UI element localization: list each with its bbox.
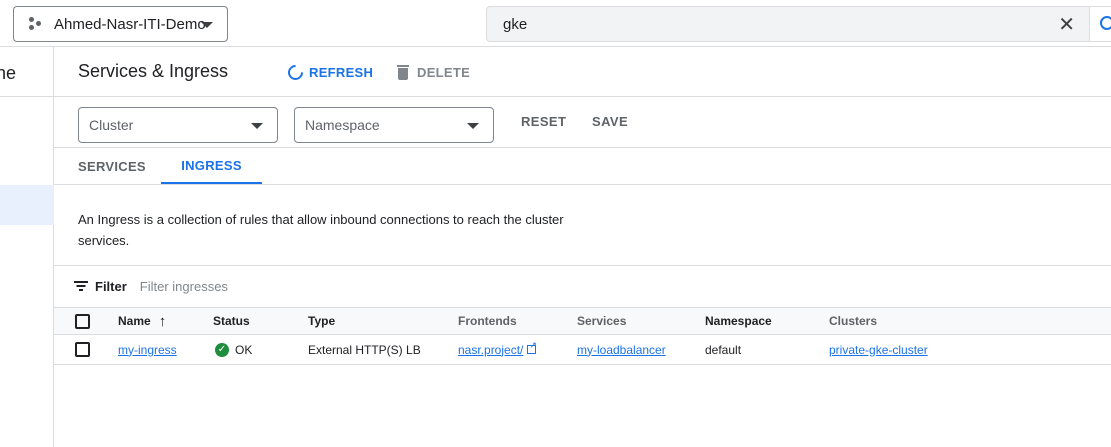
description-divider	[54, 265, 1111, 266]
reset-button[interactable]: RESET	[521, 114, 566, 129]
filter-input[interactable]	[139, 278, 340, 294]
ingress-name-link[interactable]: my-ingress	[118, 343, 177, 357]
project-dots-icon	[28, 16, 44, 32]
column-header-status: Status	[213, 314, 250, 328]
sort-ascending-icon: ↑	[158, 312, 167, 330]
column-header-name[interactable]: Name ↑	[118, 308, 166, 334]
page-title: Services & Ingress	[78, 61, 229, 81]
close-icon[interactable]: ✕	[1058, 15, 1075, 35]
header-divider	[54, 96, 1111, 97]
left-nav: ne	[0, 47, 54, 447]
search-icon	[1100, 16, 1111, 30]
tabs-divider	[54, 184, 1111, 185]
cluster-link[interactable]: private-gke-cluster	[829, 343, 928, 357]
refresh-label: REFRESH	[309, 64, 374, 80]
status-text: OK	[235, 342, 253, 357]
chevron-down-icon	[467, 123, 479, 129]
open-in-new-icon[interactable]	[527, 340, 537, 354]
cell-type: External HTTP(S) LB	[308, 342, 421, 357]
delete-button[interactable]: DELETE	[397, 62, 470, 82]
chevron-down-icon	[251, 123, 263, 129]
chevron-down-icon	[201, 22, 213, 28]
filter-icon[interactable]	[74, 281, 88, 291]
cell-namespace: default	[705, 342, 742, 357]
table-header: Name ↑ Status Type Frontends Services Na…	[54, 307, 1111, 335]
ingress-description: An Ingress is a collection of rules that…	[78, 212, 564, 248]
save-button[interactable]: SAVE	[592, 114, 628, 129]
search-input[interactable]	[487, 15, 1027, 33]
left-nav-active-item[interactable]	[0, 185, 54, 225]
column-header-type: Type	[308, 314, 336, 328]
trash-icon	[397, 64, 409, 80]
column-header-clusters: Clusters	[829, 314, 878, 328]
column-header-namespace: Namespace	[705, 314, 772, 328]
cell-frontends: nasr.project/	[458, 335, 537, 364]
row-checkbox[interactable]	[75, 342, 90, 357]
search-box: ✕	[486, 6, 1090, 42]
project-picker[interactable]: Ahmed-Nasr-ITI-Demo	[13, 6, 228, 42]
row-select-cell	[75, 335, 90, 364]
cluster-select-label: Cluster	[89, 117, 134, 133]
cluster-select[interactable]: Cluster	[78, 107, 278, 143]
select-all-cell	[75, 308, 90, 334]
refresh-icon	[284, 61, 307, 83]
tab-services[interactable]: SERVICES	[78, 148, 146, 184]
service-link[interactable]: my-loadbalancer	[577, 343, 666, 357]
search-button[interactable]	[1090, 6, 1111, 42]
delete-label: DELETE	[417, 64, 471, 80]
column-header-services: Services	[577, 314, 627, 328]
namespace-select-label: Namespace	[305, 117, 380, 133]
tab-ingress[interactable]: INGRESS	[161, 148, 262, 184]
column-name-label: Name	[118, 314, 151, 328]
column-header-frontends: Frontends	[458, 314, 517, 328]
table-filter-bar: Filter	[74, 276, 340, 296]
cell-clusters: private-gke-cluster	[829, 335, 928, 364]
table-row: my-ingress ✓ OK External HTTP(S) LB nasr…	[54, 335, 1111, 365]
left-nav-divider	[0, 96, 54, 97]
frontend-link[interactable]: nasr.project/	[458, 343, 523, 357]
cell-status: ✓ OK	[215, 335, 252, 364]
top-bar: Ahmed-Nasr-ITI-Demo ✕	[0, 0, 1111, 47]
cell-services: my-loadbalancer	[577, 335, 666, 364]
select-all-checkbox[interactable]	[75, 313, 90, 329]
namespace-select[interactable]: Namespace	[294, 107, 494, 143]
filter-label: Filter	[95, 278, 127, 294]
cell-name: my-ingress	[118, 335, 177, 364]
project-name: Ahmed-Nasr-ITI-Demo	[54, 15, 206, 33]
check-circle-icon: ✓	[215, 342, 229, 357]
left-nav-title: ne	[0, 63, 17, 83]
refresh-button[interactable]: REFRESH	[284, 61, 374, 83]
